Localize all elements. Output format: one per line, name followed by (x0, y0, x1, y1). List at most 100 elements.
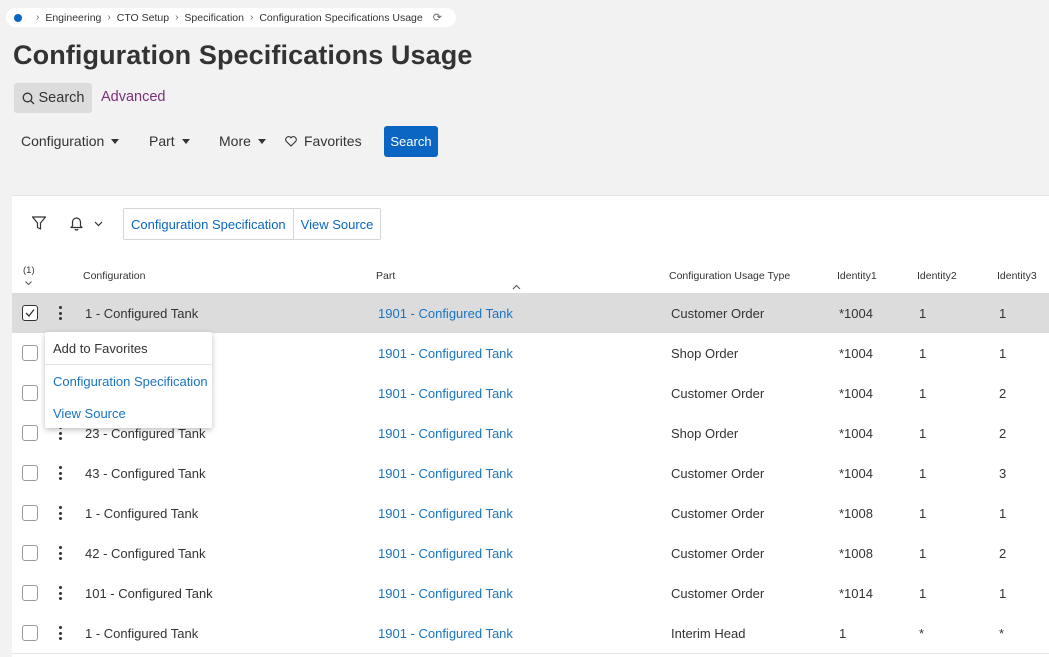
cell-identity2: 1 (919, 546, 927, 561)
row-checkbox[interactable] (22, 425, 38, 441)
cell-configuration: 43 - Configured Tank (85, 466, 206, 481)
cell-usage-type: Customer Order (671, 466, 765, 481)
row-menu-icon[interactable] (58, 586, 62, 600)
refresh-icon[interactable]: ⟳ (433, 11, 442, 24)
menu-item-configuration-specification[interactable]: Configuration Specification (53, 374, 208, 389)
home-icon[interactable] (14, 13, 22, 22)
configuration-filter[interactable]: Configuration (21, 133, 120, 149)
breadcrumb: › Engineering › CTO Setup › Specificatio… (6, 8, 456, 27)
row-checkbox[interactable] (22, 505, 38, 521)
part-filter[interactable]: Part (149, 133, 190, 149)
view-source-button[interactable]: View Source (292, 209, 381, 239)
table-row[interactable]: 42 - Configured Tank 1901 - Configured T… (12, 533, 1049, 574)
more-filter-label: More (219, 133, 251, 149)
column-header-configuration[interactable]: Configuration (83, 270, 145, 282)
chevron-down-icon[interactable] (94, 221, 103, 227)
row-menu-icon[interactable] (58, 546, 62, 560)
cell-identity3: 1 (999, 306, 1007, 321)
selected-count: (1) (23, 265, 35, 276)
cell-identity2: * (919, 626, 925, 641)
cell-part-link[interactable]: 1901 - Configured Tank (378, 586, 513, 601)
search-tab[interactable]: Search (14, 83, 92, 113)
table-row[interactable]: 1 - Configured Tank 1901 - Configured Ta… (12, 613, 1049, 654)
row-checkbox[interactable] (22, 545, 38, 561)
part-filter-label: Part (149, 133, 175, 149)
column-header-identity1[interactable]: Identity1 (837, 270, 877, 282)
table-row[interactable]: 101 - Configured Tank 1901 - Configured … (12, 573, 1049, 614)
bell-icon[interactable] (69, 215, 84, 231)
cell-part-link[interactable]: 1901 - Configured Tank (378, 546, 513, 561)
table-row[interactable]: 1 - Configured Tank 1901 - Configured Ta… (12, 293, 1049, 334)
row-checkbox[interactable] (22, 305, 38, 321)
cell-part-link[interactable]: 1901 - Configured Tank (378, 426, 513, 441)
column-header-part[interactable]: Part (376, 270, 395, 282)
heart-icon (285, 135, 297, 147)
row-menu-icon[interactable] (58, 626, 62, 640)
cell-part-link[interactable]: 1901 - Configured Tank (378, 626, 513, 641)
cell-identity2: 1 (919, 466, 927, 481)
cell-usage-type: Customer Order (671, 506, 765, 521)
table-row[interactable]: 43 - Configured Tank 1901 - Configured T… (12, 453, 1049, 494)
sort-ascending-icon[interactable] (512, 284, 521, 290)
cell-configuration: 1 - Configured Tank (85, 506, 199, 521)
row-checkbox[interactable] (22, 465, 38, 481)
cell-identity2: 1 (919, 426, 927, 441)
cell-identity3: * (999, 626, 1005, 641)
cell-usage-type: Customer Order (671, 546, 765, 561)
table-row[interactable]: 1 - Configured Tank 1901 - Configured Ta… (12, 493, 1049, 534)
search-button[interactable]: Search (384, 126, 438, 157)
caret-down-icon (111, 138, 120, 144)
menu-item-view-source[interactable]: View Source (53, 406, 126, 421)
column-header-identity2[interactable]: Identity2 (917, 270, 957, 282)
more-filter[interactable]: More (219, 133, 266, 149)
filter-icon[interactable] (31, 215, 47, 231)
column-header-identity3[interactable]: Identity3 (997, 270, 1037, 282)
cell-usage-type: Interim Head (671, 626, 746, 641)
row-menu-icon[interactable] (58, 506, 62, 520)
cell-part-link[interactable]: 1901 - Configured Tank (378, 306, 513, 321)
cell-usage-type: Customer Order (671, 386, 765, 401)
cell-usage-type: Customer Order (671, 586, 765, 601)
cell-identity2: 1 (919, 346, 927, 361)
configuration-specification-button[interactable]: Configuration Specification (124, 209, 293, 239)
row-menu-icon[interactable] (58, 466, 62, 480)
breadcrumb-engineering[interactable]: Engineering (45, 12, 101, 24)
cell-identity3: 1 (999, 586, 1007, 601)
search-icon (22, 92, 34, 104)
cell-part-link[interactable]: 1901 - Configured Tank (378, 506, 513, 521)
caret-down-icon (181, 138, 190, 144)
column-header-usage-type[interactable]: Configuration Usage Type (669, 270, 790, 282)
chevron-down-icon[interactable] (25, 281, 32, 286)
advanced-tab[interactable]: Advanced (101, 89, 166, 105)
favorites-label: Favorites (304, 133, 362, 149)
cell-configuration: 101 - Configured Tank (85, 586, 213, 601)
row-menu-icon[interactable] (58, 426, 62, 440)
command-group: Configuration Specification View Source (123, 208, 382, 240)
cell-identity1: *1004 (839, 466, 873, 481)
cell-part-link[interactable]: 1901 - Configured Tank (378, 386, 513, 401)
favorites-filter[interactable]: Favorites (285, 133, 362, 149)
cell-identity1: *1008 (839, 506, 873, 521)
cell-identity3: 3 (999, 466, 1007, 481)
chevron-right-icon: › (107, 12, 111, 23)
row-checkbox[interactable] (22, 385, 38, 401)
cell-identity3: 2 (999, 386, 1007, 401)
row-checkbox[interactable] (22, 585, 38, 601)
cell-identity2: 1 (919, 306, 927, 321)
menu-item-add-to-favorites[interactable]: Add to Favorites (53, 341, 148, 356)
cell-identity3: 1 (999, 506, 1007, 521)
chevron-right-icon: › (36, 12, 40, 23)
cell-identity1: *1004 (839, 346, 873, 361)
row-checkbox[interactable] (22, 345, 38, 361)
cell-part-link[interactable]: 1901 - Configured Tank (378, 346, 513, 361)
breadcrumb-specification[interactable]: Specification (184, 12, 244, 24)
row-menu-icon[interactable] (58, 306, 62, 320)
breadcrumb-current: Configuration Specifications Usage (259, 11, 423, 24)
row-checkbox[interactable] (22, 625, 38, 641)
cell-part-link[interactable]: 1901 - Configured Tank (378, 466, 513, 481)
cell-identity1: 1 (839, 626, 847, 641)
chevron-right-icon: › (175, 12, 179, 23)
breadcrumb-cto-setup[interactable]: CTO Setup (117, 12, 169, 24)
cell-identity1: *1004 (839, 426, 873, 441)
cell-identity1: *1004 (839, 386, 873, 401)
